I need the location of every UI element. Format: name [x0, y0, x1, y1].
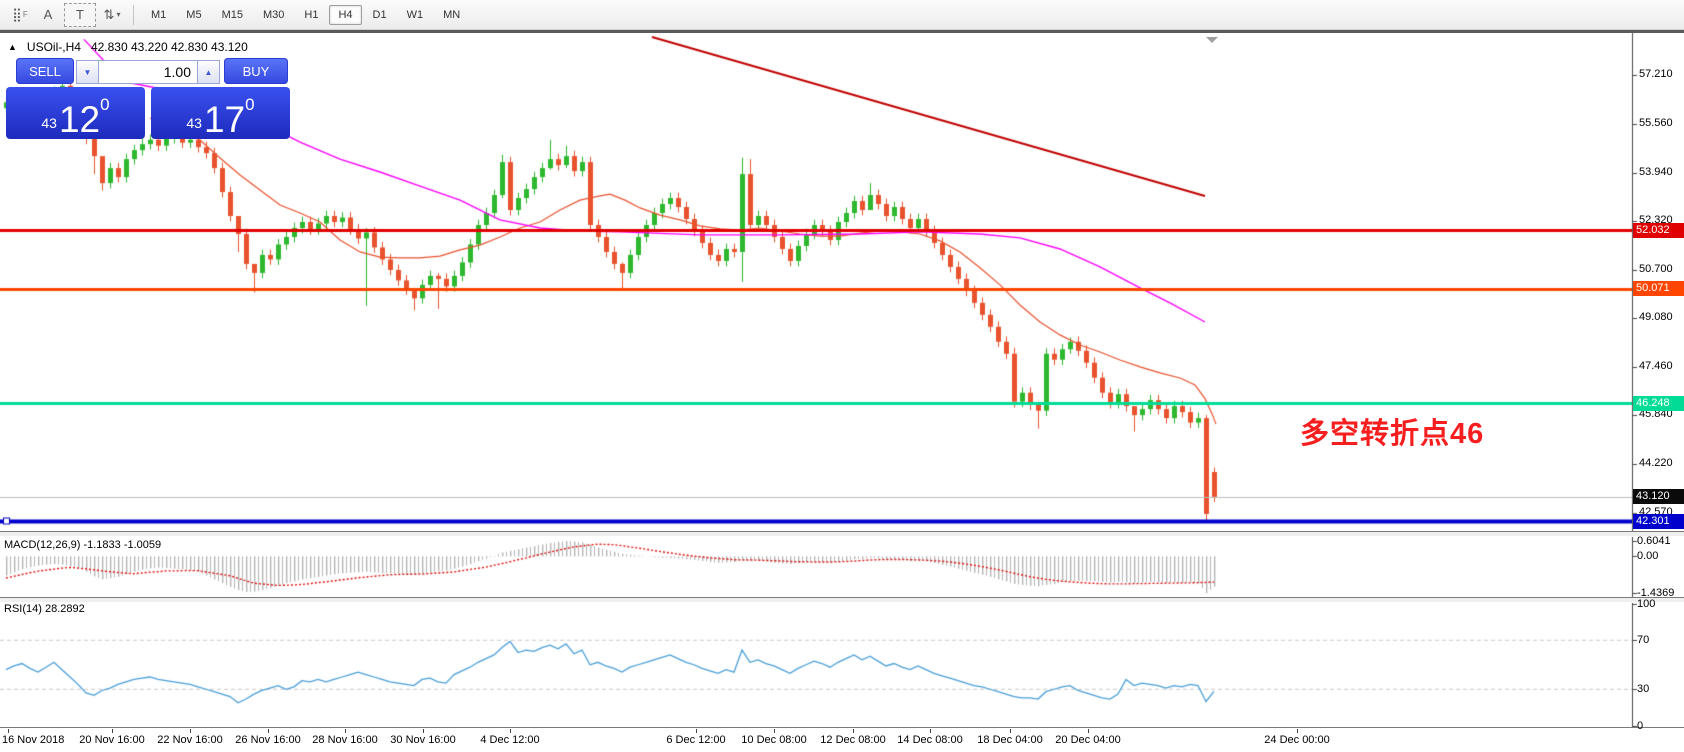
time-tick — [853, 729, 854, 733]
indicator-dots-icon[interactable]: ⣿F — [8, 4, 32, 26]
symbol-label: USOil-,H4 — [27, 40, 81, 54]
sell-button[interactable]: SELL — [16, 58, 74, 84]
timeframe-h1[interactable]: H1 — [295, 5, 327, 25]
time-tick — [423, 729, 424, 733]
volume-stepper: ▼ ▲ — [76, 60, 220, 84]
price-tick-label: 53.940 — [1639, 166, 1673, 178]
rsi-axis-label: 0 — [1637, 720, 1643, 732]
price-level-badge: 50.071 — [1633, 281, 1684, 296]
rsi-indicator-label: RSI(14) 28.2892 — [4, 603, 85, 615]
price-tick-label: 44.220 — [1639, 457, 1673, 469]
sell-price-big: 12 — [59, 104, 100, 135]
buy-price-prefix: 43 — [186, 115, 202, 131]
macd-axis-label: 0.6041 — [1637, 535, 1671, 547]
collapse-icon[interactable]: ▲ — [8, 42, 17, 52]
price-level-badge: 43.120 — [1633, 489, 1684, 504]
timeframe-h4[interactable]: H4 — [329, 5, 361, 25]
time-axis-label: 6 Dec 12:00 — [651, 734, 741, 746]
chart-window-border — [0, 30, 1684, 33]
symbol-header: ▲ USOil-,H4 42.830 43.220 42.830 43.120 — [8, 40, 248, 54]
toolbar-separator — [133, 5, 134, 25]
timeframe-d1[interactable]: D1 — [364, 5, 396, 25]
toolbar: ⣿FAT⇅▾ M1M5M15M30H1H4D1W1MN — [0, 0, 1684, 30]
buy-price-big: 17 — [204, 104, 245, 135]
price-tick-label: 50.700 — [1639, 263, 1673, 275]
chart-shift-marker-icon[interactable] — [1206, 37, 1218, 43]
text-box-icon[interactable]: T — [64, 3, 96, 27]
time-tick — [774, 729, 775, 733]
sell-price-sup: 0 — [100, 95, 109, 115]
time-tick — [930, 729, 931, 733]
time-axis-label: 4 Dec 12:00 — [465, 734, 555, 746]
rsi-axis-label: 70 — [1637, 634, 1649, 646]
price-tick-label: 55.560 — [1639, 117, 1673, 129]
time-tick — [1010, 729, 1011, 733]
time-tick — [268, 729, 269, 733]
timeframe-m1[interactable]: M1 — [142, 5, 175, 25]
price-level-badge: 46.248 — [1633, 396, 1684, 411]
price-tick-label: 57.210 — [1639, 68, 1673, 80]
time-tick — [345, 729, 346, 733]
time-axis-label: 24 Dec 00:00 — [1252, 734, 1342, 746]
buy-button[interactable]: BUY — [224, 58, 288, 84]
pane-separator[interactable] — [0, 531, 1684, 537]
time-tick — [112, 729, 113, 733]
time-axis-label: 30 Nov 16:00 — [378, 734, 468, 746]
price-tick-label: 47.460 — [1639, 360, 1673, 372]
mt4-terminal: ⣿FAT⇅▾ M1M5M15M30H1H4D1W1MN ▲ USOil-,H4 42.… — [0, 0, 1684, 752]
timeframe-m5[interactable]: M5 — [177, 5, 210, 25]
macd-axis-label: 0.00 — [1637, 550, 1658, 562]
price-tick-label: 49.080 — [1639, 311, 1673, 323]
time-tick — [510, 729, 511, 733]
rsi-axis-label: 100 — [1637, 598, 1655, 610]
time-tick — [190, 729, 191, 733]
timeframe-w1[interactable]: W1 — [398, 5, 433, 25]
sell-price-panel[interactable]: 43120 — [6, 87, 145, 139]
sell-price-prefix: 43 — [41, 115, 57, 131]
arrange-arrows-icon[interactable]: ⇅▾ — [100, 4, 124, 26]
timeframe-mn[interactable]: MN — [434, 5, 469, 25]
chart-text-annotation: 多空转折点46 — [1300, 410, 1484, 452]
volume-down-button[interactable]: ▼ — [76, 60, 99, 84]
volume-input[interactable] — [99, 60, 197, 84]
one-click-trading-panel: SELL ▼ ▲ BUY 43120 43170 — [6, 57, 290, 139]
text-label-icon[interactable]: A — [36, 4, 60, 26]
timeframe-m15[interactable]: M15 — [213, 5, 252, 25]
buy-price-sup: 0 — [245, 95, 254, 115]
time-axis-label: 22 Nov 16:00 — [145, 734, 235, 746]
price-level-badge: 42.301 — [1633, 514, 1684, 529]
time-axis-label: 10 Dec 08:00 — [729, 734, 819, 746]
time-axis-label: 16 Nov 2018 — [2, 734, 64, 746]
buy-price-panel[interactable]: 43170 — [151, 87, 290, 139]
time-axis-label: 20 Nov 16:00 — [67, 734, 157, 746]
time-tick — [8, 729, 9, 733]
time-axis-label: 28 Nov 16:00 — [300, 734, 390, 746]
volume-up-button[interactable]: ▲ — [197, 60, 220, 84]
time-tick — [1297, 729, 1298, 733]
pane-separator[interactable] — [0, 597, 1684, 603]
timeframe-m30[interactable]: M30 — [254, 5, 293, 25]
time-axis: 16 Nov 201820 Nov 16:0022 Nov 16:0026 No… — [0, 727, 1684, 752]
time-axis-label: 14 Dec 08:00 — [885, 734, 975, 746]
rsi-axis-label: 30 — [1637, 683, 1649, 695]
time-tick — [1088, 729, 1089, 733]
ohlc-values: 42.830 43.220 42.830 43.120 — [91, 40, 248, 54]
macd-indicator-label: MACD(12,26,9) -1.1833 -1.0059 — [4, 539, 161, 551]
price-level-badge: 52.032 — [1633, 223, 1684, 238]
time-axis-label: 20 Dec 04:00 — [1043, 734, 1133, 746]
time-tick — [696, 729, 697, 733]
time-axis-label: 18 Dec 04:00 — [965, 734, 1055, 746]
